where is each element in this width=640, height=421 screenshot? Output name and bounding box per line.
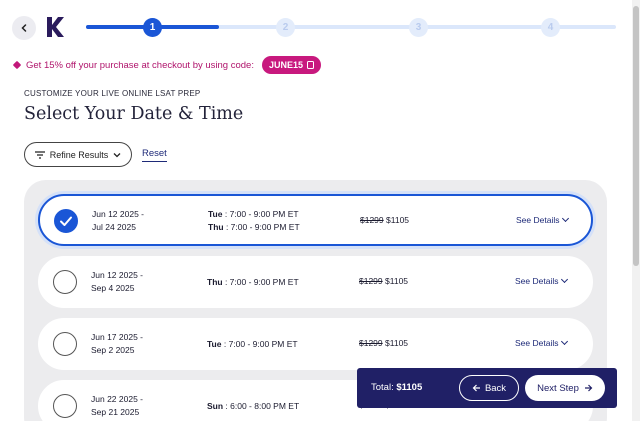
- page-title: Select Your Date & Time: [24, 104, 244, 124]
- session-schedule: Sun : 6:00 - 8:00 PM ET: [207, 400, 299, 413]
- refine-results-button[interactable]: Refine Results: [24, 142, 132, 167]
- session-card[interactable]: Jun 12 2025 - Sep 4 2025 Thu : 7:00 - 9:00…: [38, 256, 593, 308]
- page-scrollbar[interactable]: [632, 0, 640, 421]
- schedule-time: 7:00 - 9:00 PM ET: [229, 209, 299, 219]
- promo-code-label: JUNE15: [268, 60, 303, 70]
- see-details-button[interactable]: See Details: [515, 337, 569, 348]
- step-4: 4: [541, 18, 560, 37]
- next-step-button[interactable]: Next Step: [525, 375, 605, 401]
- schedule-day: Thu: [207, 277, 223, 287]
- total-label: Total:: [371, 382, 394, 393]
- see-details-label: See Details: [516, 215, 560, 225]
- step-2: 2: [276, 18, 295, 37]
- session-end: Jul 24 2025: [92, 222, 136, 232]
- schedule-row: Thu : 7:00 - 9:00 PM ET: [207, 277, 299, 287]
- back-button-label: Back: [484, 382, 507, 394]
- chevron-down-icon: [113, 152, 121, 157]
- see-details-button[interactable]: See Details: [516, 214, 570, 225]
- kaplan-logo[interactable]: [44, 14, 66, 40]
- refine-results-label: Refine Results: [49, 149, 109, 160]
- session-end: Sep 2 2025: [91, 345, 135, 355]
- session-schedule: Tue : 7:00 - 9:00 PM ET: [207, 338, 298, 351]
- chevron-down-icon: [562, 214, 570, 223]
- schedule-time: 7:00 - 9:00 PM ET: [229, 277, 299, 287]
- reset-link[interactable]: Reset: [142, 148, 167, 162]
- promo-banner: Get 15% off your purchase at checkout by…: [12, 55, 321, 75]
- original-price: $1299: [360, 215, 384, 225]
- session-radio[interactable]: [54, 209, 78, 233]
- total-value: $1105: [396, 382, 423, 393]
- next-step-label: Next Step: [537, 382, 579, 394]
- discounted-price: $1105: [385, 338, 409, 348]
- session-dates: Jun 22 2025 - Sep 21 2025: [91, 393, 143, 419]
- schedule-time: 6:00 - 8:00 PM ET: [230, 401, 300, 411]
- see-details-button[interactable]: See Details: [515, 275, 569, 286]
- copy-icon: [307, 61, 314, 69]
- promo-code-button[interactable]: JUNE15: [261, 56, 321, 74]
- discounted-price: $1105: [386, 215, 410, 225]
- session-start: Jun 12 2025 -: [92, 209, 144, 219]
- chevron-down-icon: [561, 275, 569, 284]
- session-price: $1299 $1105: [360, 215, 409, 225]
- schedule-time: 7:00 - 9:00 PM ET: [228, 339, 298, 349]
- chevron-down-icon: [561, 337, 569, 346]
- step-3: 3: [409, 18, 428, 37]
- back-nav-button[interactable]: [12, 16, 36, 40]
- schedule-day: Sun: [207, 401, 224, 411]
- checkout-bar: Total: $1105 Back Next Step: [357, 368, 617, 408]
- session-schedule: Thu : 7:00 - 9:00 PM ET: [207, 276, 299, 289]
- session-dates: Jun 17 2025 - Sep 2 2025: [91, 331, 143, 357]
- session-start: Jun 12 2025 -: [91, 270, 143, 280]
- session-price: $1299 $1105: [359, 338, 408, 348]
- progress-header: 1 2 3 4: [0, 0, 640, 52]
- scrollbar-thumb[interactable]: [633, 6, 639, 266]
- chevron-left-icon: [21, 24, 27, 32]
- arrow-right-icon: [584, 384, 593, 392]
- schedule-row: Tue : 7:00 - 9:00 PM ET: [208, 209, 299, 219]
- total-price: Total: $1105: [371, 382, 422, 393]
- session-start: Jun 17 2025 -: [91, 332, 143, 342]
- session-card[interactable]: Jun 12 2025 - Jul 24 2025 Tue : 7:00 - 9:0…: [38, 194, 593, 246]
- session-start: Jun 22 2025 -: [91, 394, 143, 404]
- back-button[interactable]: Back: [459, 375, 519, 401]
- tag-icon: [12, 60, 22, 70]
- schedule-row: Thu : 7:00 - 9:00 PM ET: [208, 222, 300, 232]
- session-end: Sep 21 2025: [91, 407, 140, 417]
- session-price: $1299 $1105: [359, 276, 408, 286]
- see-details-label: See Details: [515, 276, 559, 286]
- schedule-row: Sun : 6:00 - 8:00 PM ET: [207, 401, 300, 411]
- step-1: 1: [143, 18, 162, 37]
- session-radio[interactable]: [53, 270, 77, 294]
- session-dates: Jun 12 2025 - Jul 24 2025: [92, 208, 144, 234]
- page-kicker: CUSTOMIZE YOUR LIVE ONLINE LSAT PREP: [24, 89, 201, 98]
- schedule-row: Tue : 7:00 - 9:00 PM ET: [207, 339, 298, 349]
- filter-icon: [34, 150, 45, 159]
- session-dates: Jun 12 2025 - Sep 4 2025: [91, 269, 143, 295]
- promo-text: Get 15% off your purchase at checkout by…: [26, 59, 254, 71]
- session-end: Sep 4 2025: [91, 283, 135, 293]
- original-price: $1299: [359, 338, 383, 348]
- arrow-left-icon: [472, 384, 480, 392]
- session-radio[interactable]: [53, 394, 77, 418]
- session-radio[interactable]: [53, 332, 77, 356]
- check-icon: [59, 216, 72, 226]
- schedule-time: 7:00 - 9:00 PM ET: [230, 222, 300, 232]
- schedule-day: Thu: [208, 222, 224, 232]
- session-schedule: Tue : 7:00 - 9:00 PM ET Thu : 7:00 - 9:00…: [208, 208, 300, 234]
- progress-track: [86, 25, 616, 29]
- discounted-price: $1105: [385, 276, 409, 286]
- schedule-day: Tue: [208, 209, 223, 219]
- original-price: $1299: [359, 276, 383, 286]
- schedule-day: Tue: [207, 339, 222, 349]
- session-card[interactable]: Jun 17 2025 - Sep 2 2025 Tue : 7:00 - 9:00…: [38, 318, 593, 370]
- see-details-label: See Details: [515, 338, 559, 348]
